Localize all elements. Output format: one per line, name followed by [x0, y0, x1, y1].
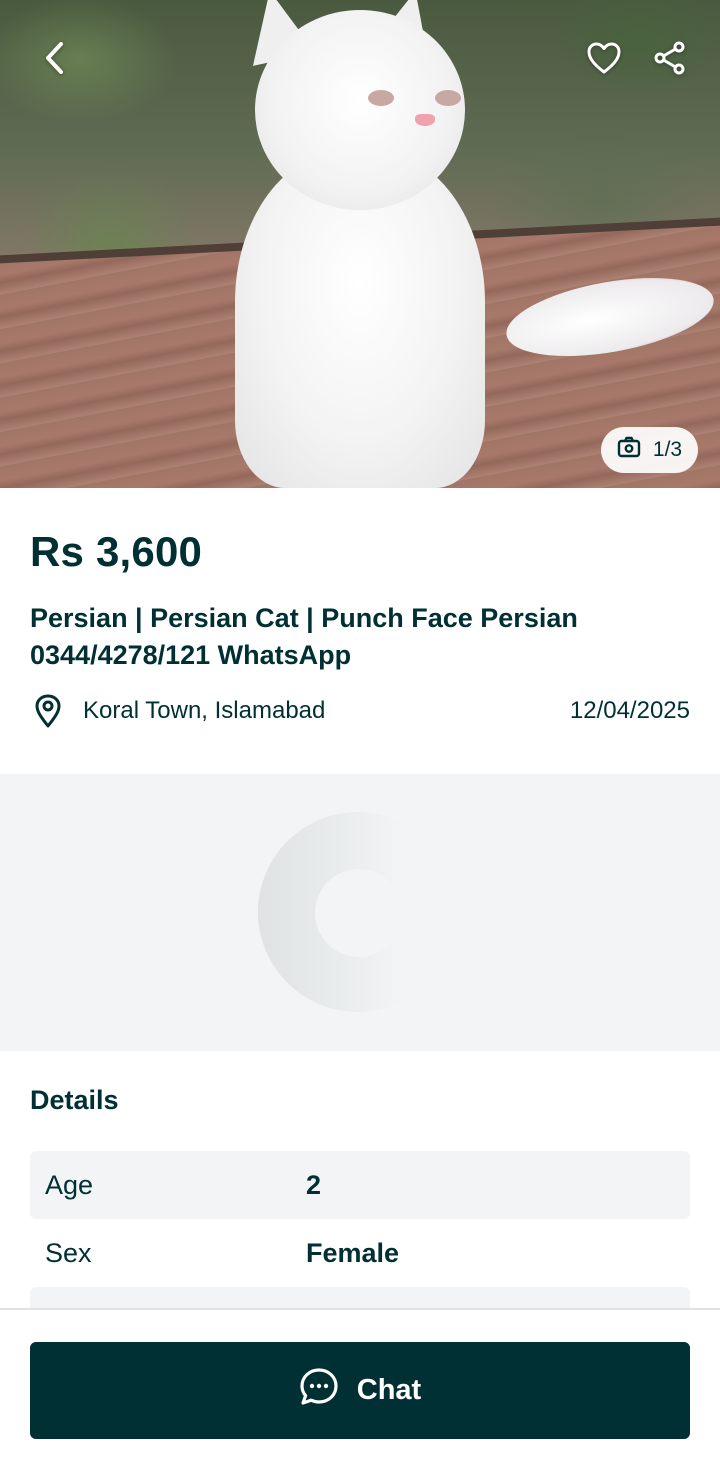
- detail-row-age: Age 2: [30, 1151, 690, 1219]
- chat-button-label: Chat: [356, 1374, 422, 1406]
- back-button[interactable]: [32, 36, 80, 84]
- listing-photo-carousel[interactable]: 1/3: [0, 0, 720, 488]
- details-heading: Details: [30, 1085, 119, 1115]
- detail-key: Sex: [45, 1237, 92, 1268]
- listing-price: Rs 3,600: [30, 528, 203, 575]
- listing-photo-cat: [205, 0, 720, 488]
- bottom-action-bar: Chat: [0, 1308, 720, 1467]
- cat-nose: [415, 114, 435, 126]
- chat-button[interactable]: Chat: [30, 1342, 690, 1439]
- detail-value: Female: [306, 1237, 400, 1268]
- loading-spinner-icon: [258, 812, 458, 1012]
- camera-icon: [617, 436, 641, 464]
- location-pin-icon: [30, 693, 66, 729]
- chat-bubble-icon: [299, 1367, 339, 1415]
- spinner-center: [315, 869, 403, 957]
- photo-counter-badge: 1/3: [601, 427, 698, 473]
- cat-eye-left: [368, 90, 394, 106]
- listing-title: Persian | Persian Cat | Punch Face Persi…: [30, 603, 578, 670]
- share-button[interactable]: [646, 36, 694, 84]
- listing-page: 1/3 Rs 3,600 Persian | Persian Cat | Pun…: [0, 0, 720, 1467]
- listing-location: Koral Town, Islamabad: [83, 697, 326, 724]
- detail-row-sex: Sex Female: [30, 1219, 690, 1287]
- chevron-left-icon: [41, 40, 71, 81]
- heart-icon: [586, 41, 622, 80]
- favorite-button[interactable]: [580, 36, 628, 84]
- detail-value: 2: [306, 1169, 322, 1200]
- share-icon: [653, 41, 687, 80]
- listing-date: 12/04/2025: [569, 697, 690, 724]
- cat-head: [255, 10, 465, 210]
- location-row: Koral Town, Islamabad 12/04/2025: [30, 693, 690, 729]
- loading-placeholder: [0, 774, 720, 1051]
- photo-counter-text: 1/3: [652, 438, 683, 461]
- detail-key: Age: [45, 1169, 94, 1200]
- cat-eye-right: [435, 90, 461, 106]
